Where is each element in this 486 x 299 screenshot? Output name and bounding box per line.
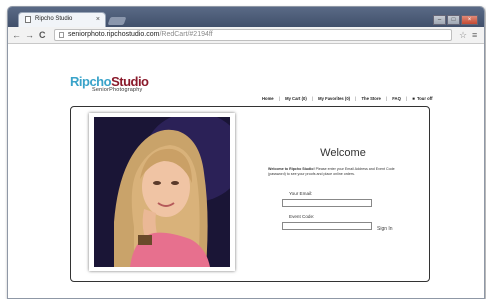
nav-cart[interactable]: My Cart (0) [285,96,307,101]
close-window-button[interactable]: × [461,15,478,25]
title-bar: Ripcho Studio × – □ × [8,7,484,27]
nav-separator: | [311,96,313,101]
browser-window: Ripcho Studio × – □ × ← → C seniorphoto.ri… [7,6,485,299]
page-icon [59,32,64,38]
logo-tagline: SeniorPhotography [92,87,143,93]
event-code-label: Event Code: [289,214,315,219]
portrait-illustration [94,117,230,267]
nav-tour-toggle[interactable]: Tour off [417,96,433,101]
event-code-field[interactable] [282,222,372,230]
forward-arrow-icon[interactable]: → [25,29,34,41]
menu-icon[interactable]: ≡ [472,29,477,41]
nav-separator: | [406,96,408,101]
tour-bullet-icon: ■ [412,96,415,101]
portrait-photo [94,117,230,267]
nav-separator: | [385,96,388,101]
nav-separator: | [278,96,280,101]
window-controls: – □ × [432,8,478,25]
nav-separator: | [355,96,357,101]
studio-logo[interactable]: RipchoStudio SeniorPhotography [70,74,149,93]
nav-store[interactable]: The Store [361,96,380,101]
url-host: seniorphoto.ripchostudio.com [68,31,160,38]
email-field[interactable] [282,199,372,207]
tab-title: Ripcho Studio [35,16,73,22]
address-bar[interactable]: seniorphoto.ripchostudio.com/RedCart/#21… [54,29,452,41]
web-page: RipchoStudio SeniorPhotography Home | My… [8,44,484,298]
reload-icon[interactable]: C [39,29,46,41]
welcome-intro: Welcome to Ripcho Studio! Please enter y… [268,167,408,177]
page-icon [25,16,31,23]
maximize-button[interactable]: □ [447,15,460,25]
browser-tab[interactable]: Ripcho Studio × [18,12,106,27]
email-label: Your Email: [289,191,313,196]
url-text: seniorphoto.ripchostudio.com/RedCart/#21… [68,30,213,40]
welcome-intro-bold: Welcome to Ripcho Studio! [268,167,315,171]
back-arrow-icon[interactable]: ← [12,29,21,41]
nav-faq[interactable]: FAQ [392,96,401,101]
new-tab-button[interactable] [107,17,127,25]
browser-toolbar: ← → C seniorphoto.ripchostudio.com/RedCa… [8,27,484,44]
url-path: /RedCart/#2194ff [159,31,213,38]
login-card: Welcome Welcome to Ripcho Studio! Please… [70,106,430,282]
minimize-button[interactable]: – [433,15,446,25]
nav-favorites[interactable]: My Favorites (0) [318,96,350,101]
portrait-frame [89,113,235,271]
bookmark-star-icon[interactable]: ☆ [459,29,467,41]
nav-home[interactable]: Home [262,96,274,101]
welcome-heading: Welcome [320,147,366,159]
top-nav: Home | My Cart (0) | My Favorites (0) | … [262,96,437,101]
close-tab-icon[interactable]: × [96,13,100,26]
sign-in-button[interactable]: Sign In [377,226,393,232]
